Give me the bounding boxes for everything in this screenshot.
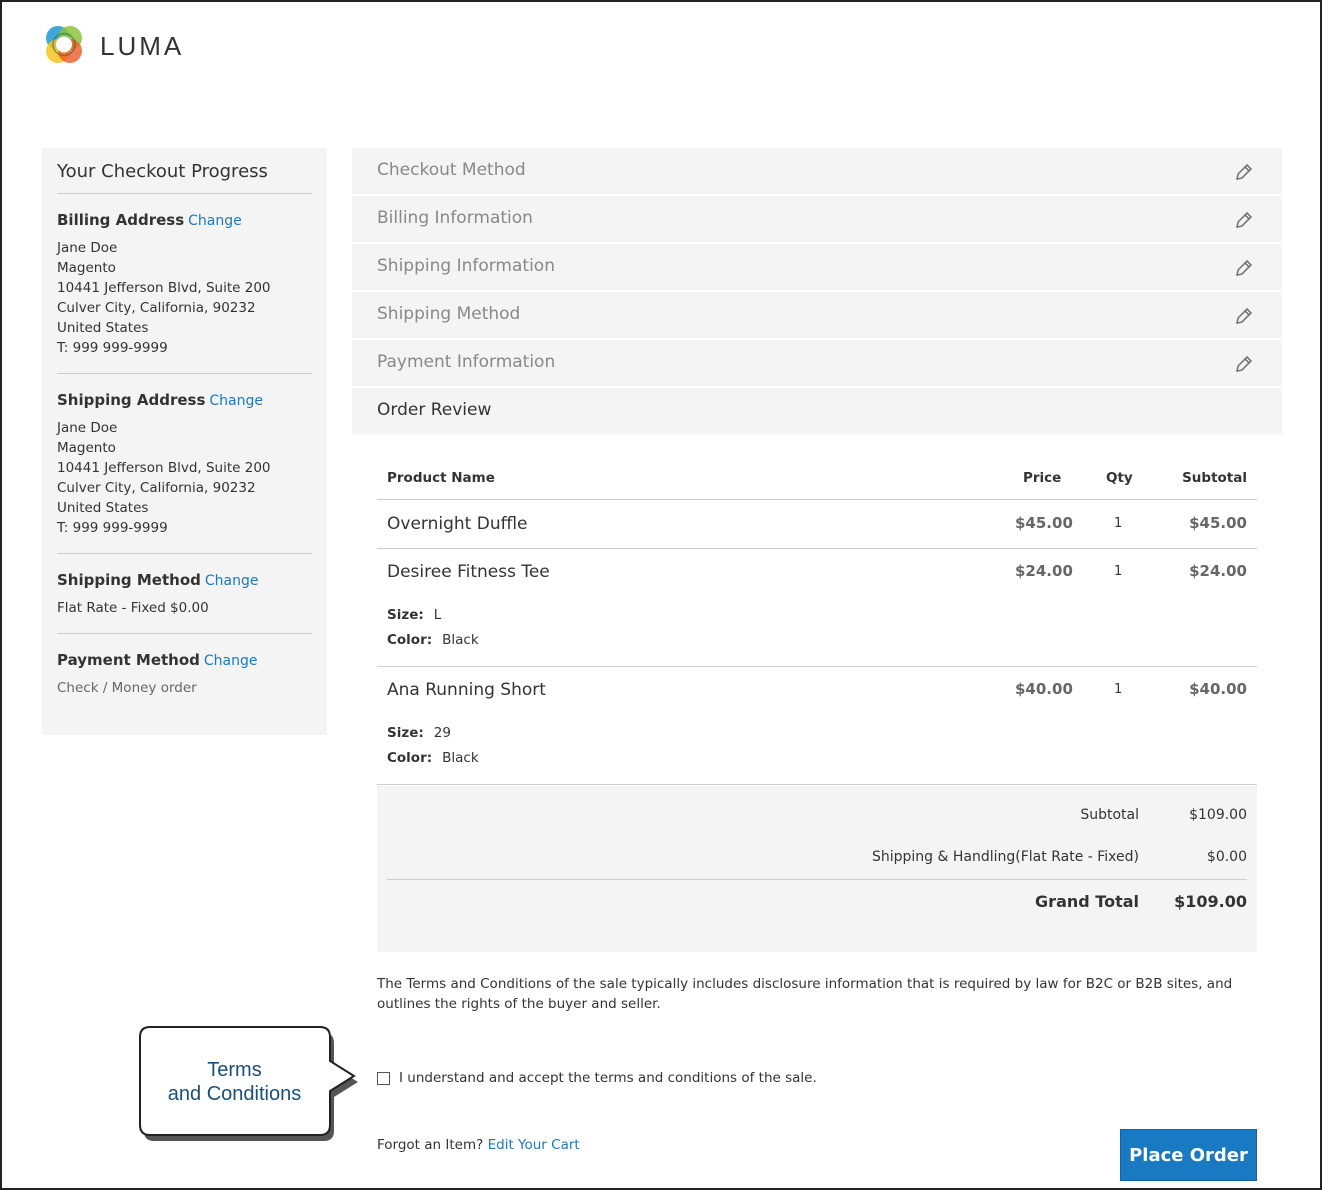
forgot-item: Forgot an Item? Edit Your Cart bbox=[377, 1137, 580, 1153]
step-checkout-method[interactable]: Checkout Method bbox=[352, 148, 1282, 194]
step-label: Billing Information bbox=[377, 208, 533, 228]
col-price: Price bbox=[1023, 470, 1062, 486]
pencil-edit-icon[interactable] bbox=[1234, 258, 1254, 278]
shipping-method-change-link[interactable]: Change bbox=[205, 573, 259, 589]
shipping-line: United States bbox=[57, 500, 149, 516]
shipping-address-heading: Shipping Address Change bbox=[57, 391, 263, 409]
shipping-address-section: Shipping Address Change Jane Doe Magento … bbox=[57, 374, 312, 554]
payment-method-change-link[interactable]: Change bbox=[204, 653, 258, 669]
shipping-line: Jane Doe bbox=[57, 420, 118, 436]
payment-method-section: Payment Method Change Check / Money order bbox=[57, 634, 312, 714]
brand-name: LUMA bbox=[100, 31, 185, 61]
product-option-color: Color: Black bbox=[387, 750, 479, 766]
col-qty: Qty bbox=[1106, 470, 1133, 486]
product-subtotal: $24.00 bbox=[1189, 562, 1247, 580]
product-qty: 1 bbox=[1114, 564, 1123, 579]
col-subtotal: Subtotal bbox=[1182, 470, 1247, 486]
billing-line: Jane Doe bbox=[57, 240, 118, 256]
product-price: $45.00 bbox=[1015, 514, 1073, 532]
order-table-header: Product Name Price Qty Subtotal bbox=[377, 462, 1257, 500]
grand-total-value: $109.00 bbox=[1174, 892, 1247, 911]
product-subtotal: $40.00 bbox=[1189, 680, 1247, 698]
edit-cart-link[interactable]: Edit Your Cart bbox=[488, 1137, 580, 1153]
shipping-method-section: Shipping Method Change Flat Rate - Fixed … bbox=[57, 554, 312, 634]
pencil-edit-icon[interactable] bbox=[1234, 162, 1254, 182]
shipping-line: T: 999 999-9999 bbox=[57, 520, 168, 536]
shipping-line: Culver City, California, 90232 bbox=[57, 480, 256, 496]
billing-line: United States bbox=[57, 320, 149, 336]
product-qty: 1 bbox=[1114, 682, 1123, 697]
shipping-handling-value: $0.00 bbox=[1206, 849, 1247, 865]
shipping-handling-label: Shipping & Handling(Flat Rate - Fixed) bbox=[871, 849, 1139, 865]
billing-line: Culver City, California, 90232 bbox=[57, 300, 256, 316]
step-label: Order Review bbox=[377, 400, 492, 420]
pencil-edit-icon[interactable] bbox=[1234, 306, 1254, 326]
shipping-change-link[interactable]: Change bbox=[209, 393, 263, 409]
product-name: Ana Running Short bbox=[387, 680, 546, 700]
terms-description: The Terms and Conditions of the sale typ… bbox=[377, 976, 1233, 1012]
shipping-line: Magento bbox=[57, 440, 116, 456]
step-label: Payment Information bbox=[377, 352, 556, 372]
payment-method-heading: Payment Method Change bbox=[57, 651, 258, 669]
col-product-name: Product Name bbox=[387, 470, 495, 486]
product-subtotal: $45.00 bbox=[1189, 514, 1247, 532]
product-option-size: Size: L bbox=[387, 607, 442, 623]
table-row: Ana Running Short $40.00 1 $40.00 Size: 2… bbox=[377, 667, 1257, 785]
pencil-edit-icon[interactable] bbox=[1234, 354, 1254, 374]
order-totals: Subtotal $109.00 Shipping & Handling(Fla… bbox=[377, 786, 1257, 952]
product-option-color: Color: Black bbox=[387, 632, 479, 648]
terms-agreement[interactable]: I understand and accept the terms and co… bbox=[377, 1070, 817, 1086]
sidebar-title: Your Checkout Progress bbox=[57, 148, 312, 194]
terms-checkbox[interactable] bbox=[377, 1071, 390, 1085]
terms-agreement-label: I understand and accept the terms and co… bbox=[399, 1070, 817, 1086]
billing-change-link[interactable]: Change bbox=[188, 213, 242, 229]
product-price: $40.00 bbox=[1015, 680, 1073, 698]
product-name: Overnight Duffle bbox=[387, 514, 528, 534]
shipping-method-heading: Shipping Method Change bbox=[57, 571, 259, 589]
checkout-steps: Checkout Method Billing Information Ship… bbox=[352, 148, 1282, 436]
totals-divider bbox=[387, 879, 1247, 880]
grand-total-label: Grand Total bbox=[1035, 892, 1139, 911]
place-order-button[interactable]: Place Order bbox=[1120, 1129, 1257, 1181]
product-option-size: Size: 29 bbox=[387, 725, 451, 741]
step-label: Shipping Information bbox=[377, 256, 555, 276]
step-order-review[interactable]: Order Review bbox=[352, 388, 1282, 434]
step-shipping-method[interactable]: Shipping Method bbox=[352, 292, 1282, 338]
step-billing-information[interactable]: Billing Information bbox=[352, 196, 1282, 242]
step-label: Checkout Method bbox=[377, 160, 526, 180]
product-name: Desiree Fitness Tee bbox=[387, 562, 550, 582]
billing-line: T: 999 999-9999 bbox=[57, 340, 168, 356]
step-payment-information[interactable]: Payment Information bbox=[352, 340, 1282, 386]
step-shipping-information[interactable]: Shipping Information bbox=[352, 244, 1282, 290]
step-label: Shipping Method bbox=[377, 304, 521, 324]
subtotal-label: Subtotal bbox=[1080, 807, 1139, 823]
shipping-line: 10441 Jefferson Blvd, Suite 200 bbox=[57, 460, 271, 476]
subtotal-value: $109.00 bbox=[1189, 807, 1247, 823]
product-price: $24.00 bbox=[1015, 562, 1073, 580]
table-row: Overnight Duffle $45.00 1 $45.00 bbox=[377, 501, 1257, 549]
pencil-edit-icon[interactable] bbox=[1234, 210, 1254, 230]
billing-line: 10441 Jefferson Blvd, Suite 200 bbox=[57, 280, 271, 296]
payment-method-value: Check / Money order bbox=[57, 680, 197, 696]
product-qty: 1 bbox=[1114, 516, 1123, 531]
checkout-progress-sidebar: Your Checkout Progress Billing Address Ch… bbox=[42, 148, 327, 735]
table-row: Desiree Fitness Tee $24.00 1 $24.00 Size… bbox=[377, 549, 1257, 667]
callout-text: Terms and Conditions bbox=[167, 1059, 302, 1105]
billing-address-heading: Billing Address Change bbox=[57, 211, 242, 229]
billing-line: Magento bbox=[57, 260, 116, 276]
shipping-method-value: Flat Rate - Fixed $0.00 bbox=[57, 600, 209, 616]
billing-address-section: Billing Address Change Jane Doe Magento 1… bbox=[57, 194, 312, 374]
